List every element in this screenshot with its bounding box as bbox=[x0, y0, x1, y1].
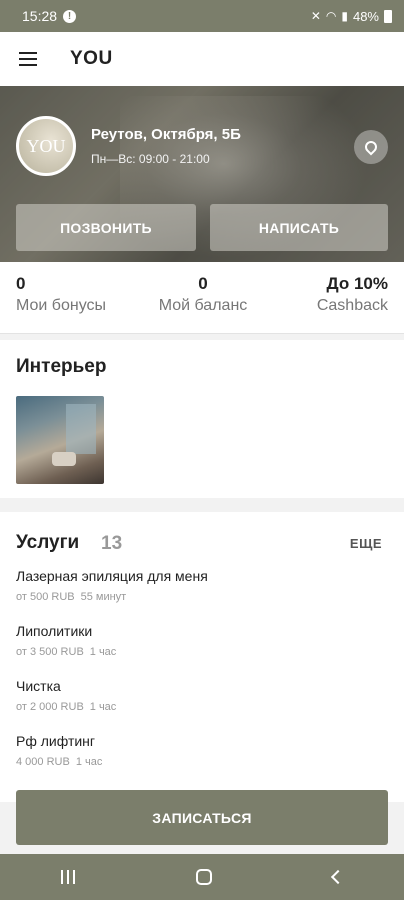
service-item[interactable]: Липолитики от 3 500 RUB 1 час bbox=[16, 623, 116, 658]
service-meta: от 3 500 RUB 1 час bbox=[16, 646, 116, 658]
battery-icon bbox=[384, 9, 392, 23]
service-name: Рф лифтинг bbox=[16, 733, 96, 749]
salon-header: YOU Реутов, Октября, 5Б Пн—Вс: 09:00 - 2… bbox=[0, 86, 404, 262]
stats-panel: 0 Мои бонусы 0 Мой баланс До 10% Cashbac… bbox=[0, 262, 404, 334]
service-duration: 55 минут bbox=[80, 591, 127, 603]
service-price: от 2 000 RUB bbox=[16, 701, 84, 713]
services-section: Услуги 13 ЕЩЕ Лазерная эпиляция для меня… bbox=[0, 512, 404, 802]
service-item[interactable]: Лазерная эпиляция для меня от 500 RUB 55 … bbox=[16, 568, 208, 603]
service-name: Липолитики bbox=[16, 623, 93, 639]
app-title: YOU bbox=[70, 48, 113, 69]
salon-hours: Пн—Вс: 09:00 - 21:00 bbox=[91, 152, 210, 166]
write-button[interactable]: НАПИСАТЬ bbox=[210, 204, 388, 251]
notification-icon: ! bbox=[63, 9, 77, 23]
bonus-value: 0 bbox=[16, 274, 26, 293]
recent-apps-icon[interactable] bbox=[60, 870, 75, 884]
mute-icon: ✕ bbox=[310, 9, 321, 23]
balance-label: Мой баланс bbox=[158, 297, 248, 314]
services-title: Услуги bbox=[16, 532, 80, 553]
call-button[interactable]: ПОЗВОНИТЬ bbox=[16, 204, 196, 251]
interior-section: Интерьер bbox=[0, 340, 404, 498]
back-icon[interactable] bbox=[331, 869, 346, 885]
avatar-logo-text: YOU bbox=[26, 135, 66, 156]
home-icon[interactable] bbox=[195, 869, 212, 885]
app-bar: YOU bbox=[0, 32, 404, 86]
service-name: Чистка bbox=[16, 678, 61, 694]
service-duration: 1 час bbox=[75, 756, 103, 768]
status-icons: ✕ ◠ ▮ 48% bbox=[311, 9, 392, 24]
service-meta: от 500 RUB 55 минут bbox=[16, 591, 208, 603]
book-button[interactable]: ЗАПИСАТЬСЯ bbox=[16, 790, 388, 845]
services-count: 13 bbox=[101, 533, 123, 554]
signal-icon: ▮ bbox=[341, 9, 348, 23]
service-name: Лазерная эпиляция для меня bbox=[16, 568, 208, 584]
service-item[interactable]: Рф лифтинг 4 000 RUB 1 час bbox=[16, 733, 102, 768]
system-nav-bar bbox=[0, 854, 404, 900]
salon-avatar[interactable]: YOU bbox=[16, 116, 76, 176]
cashback-label: Cashback bbox=[316, 297, 388, 314]
balance-value: 0 bbox=[198, 274, 208, 293]
status-bar: 15:28 ! ✕ ◠ ▮ 48% bbox=[0, 0, 404, 32]
service-duration: 1 час bbox=[89, 646, 117, 658]
salon-address: Реутов, Октября, 5Б bbox=[91, 126, 241, 143]
battery-percent: 48% bbox=[352, 8, 379, 24]
map-pin-icon[interactable] bbox=[354, 130, 388, 164]
service-price: от 3 500 RUB bbox=[16, 646, 84, 658]
stat-balance[interactable]: 0 Мой баланс bbox=[155, 274, 251, 315]
hamburger-menu-icon[interactable] bbox=[0, 32, 56, 86]
stat-cashback[interactable]: До 10% Cashback bbox=[317, 274, 388, 315]
clock: 15:28 bbox=[22, 8, 58, 24]
more-services-link[interactable]: ЕЩЕ bbox=[350, 536, 382, 551]
service-meta: 4 000 RUB 1 час bbox=[16, 756, 102, 768]
bonus-label: Мои бонусы bbox=[16, 297, 107, 314]
cashback-value: До 10% bbox=[326, 274, 388, 293]
service-meta: от 2 000 RUB 1 час bbox=[16, 701, 116, 713]
service-price: 4 000 RUB bbox=[16, 756, 70, 768]
stat-bonus[interactable]: 0 Мои бонусы bbox=[16, 274, 106, 315]
interior-title: Интерьер bbox=[16, 356, 107, 377]
service-item[interactable]: Чистка от 2 000 RUB 1 час bbox=[16, 678, 116, 713]
service-price: от 500 RUB bbox=[16, 591, 75, 603]
interior-photo[interactable] bbox=[16, 396, 104, 484]
wifi-icon: ◠ bbox=[325, 9, 337, 23]
service-duration: 1 час bbox=[89, 701, 117, 713]
